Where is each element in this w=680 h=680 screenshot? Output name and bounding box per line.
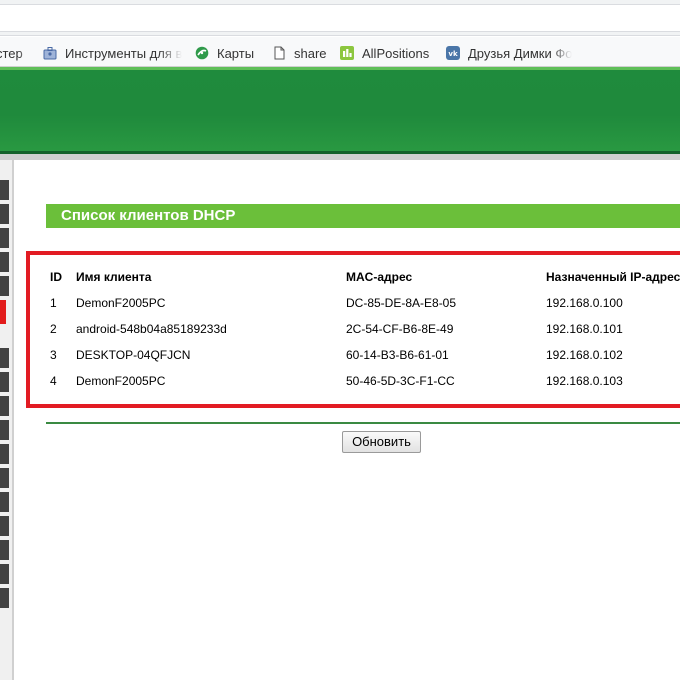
cell-id: 2 [50,322,57,336]
bookmark-item[interactable]: share [272,44,332,62]
cell-client-name: DemonF2005PC [76,374,166,388]
sidebar-item[interactable] [0,420,9,440]
bookmark-item[interactable]: Карты [195,44,265,62]
bookmark-label: Карты [217,45,255,61]
cell-ip: 192.168.0.103 [546,374,623,388]
page-title: Список клиентов DHCP [46,204,680,228]
cell-ip: 192.168.0.102 [546,348,623,362]
cell-ip: 192.168.0.100 [546,296,623,310]
bookmarks-bar: стер Инструменты для в Карты share AllPo… [0,37,680,67]
sidebar-item[interactable] [0,468,9,488]
sidebar-item[interactable] [0,516,9,536]
sidebar-item[interactable] [0,180,9,200]
divider [46,422,680,424]
page-icon [272,46,286,60]
sidebar-item[interactable] [0,204,9,224]
sidebar-item[interactable] [0,540,9,560]
bookmark-item[interactable]: стер [0,44,26,62]
cell-client-name: android-548b04a85189233d [76,322,227,336]
cell-mac: 60-14-B3-B6-61-01 [346,348,449,362]
bookmark-item[interactable]: Инструменты для в [43,44,183,62]
bookmark-label: стер [0,45,23,61]
bookmark-label: Друзья Димки Фо [468,45,573,61]
toolbox-icon [43,46,57,60]
url-field[interactable] [0,4,680,32]
bookmark-item[interactable]: vk Друзья Димки Фо [446,44,580,62]
bookmark-item[interactable]: AllPositions [340,44,440,62]
sidebar-item[interactable] [0,444,9,464]
bookmark-label: Инструменты для в [65,45,183,61]
main-content: Список клиентов DHCP ID Имя клиента MAC-… [14,160,680,680]
sidebar-item[interactable] [0,276,9,296]
cell-id: 1 [50,296,57,310]
sidebar-item[interactable] [0,396,9,416]
cell-client-name: DESKTOP-04QFJCN [76,348,191,362]
sidebar-item[interactable] [0,348,9,368]
cell-id: 3 [50,348,57,362]
cell-ip: 192.168.0.101 [546,322,623,336]
sidebar-item-active[interactable] [0,300,6,324]
column-header-ip: Назначенный IP-адрес [546,270,680,284]
sidebar-menu [0,160,14,680]
sidebar-item[interactable] [0,252,9,272]
cell-mac: 2C-54-CF-B6-8E-49 [346,322,454,336]
header-highlight [0,67,680,70]
cell-mac: 50-46-5D-3C-F1-CC [346,374,455,388]
column-header-client-name: Имя клиента [76,270,152,284]
sidebar-item[interactable] [0,372,9,392]
column-header-mac: MAC-адрес [346,270,413,284]
browser-address-bar [0,0,680,36]
sidebar-item[interactable] [0,564,9,584]
refresh-button[interactable]: Обновить [342,431,421,453]
sidebar-item[interactable] [0,228,9,248]
bookmark-label: AllPositions [362,45,430,61]
column-header-id: ID [50,270,62,284]
allpositions-icon [340,46,354,60]
cell-id: 4 [50,374,57,388]
sidebar-item[interactable] [0,492,9,512]
cell-mac: DC-85-DE-8A-E8-05 [346,296,457,310]
svg-text:vk: vk [448,50,458,58]
router-header-banner [0,67,680,154]
vk-icon: vk [446,46,460,60]
bookmark-label: share [294,45,327,61]
cell-client-name: DemonF2005PC [76,296,166,310]
sidebar-item[interactable] [0,588,9,608]
maps-icon [195,46,209,60]
